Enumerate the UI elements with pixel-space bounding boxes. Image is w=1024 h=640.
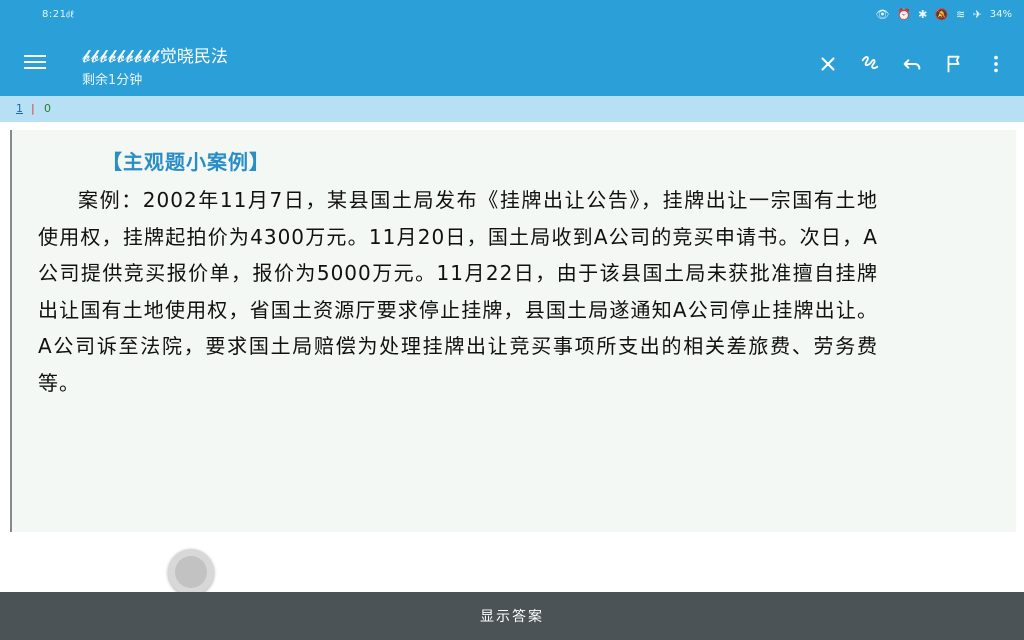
flag-icon[interactable] [940,50,968,78]
question-content: 【主观题小案例】 案例：2002年11月7日，某县国土局发布《挂牌出让公告》，挂… [10,130,1016,532]
page-title: 𝓫𝓫𝓫𝓫𝓫𝓫𝓫𝓫𝓫觉晓民法 [82,47,228,67]
sim-icon: ㎗ [66,10,74,19]
floating-assistive-button[interactable] [168,549,214,595]
case-title: 【主观题小案例】 [102,150,270,174]
app-bar: 𝓫𝓫𝓫𝓫𝓫𝓫𝓫𝓫𝓫觉晓民法 剩余1分钟 [0,32,1024,96]
status-time: 8:21 [42,9,67,20]
progress-separator: | [31,102,35,115]
menu-icon[interactable] [22,52,48,76]
answered-count: 0 [44,102,51,115]
undo-icon[interactable] [898,50,926,78]
question-progress: 1 | 0 [0,96,1024,122]
case-body: 案例：2002年11月7日，某县国土局发布《挂牌出让公告》，挂牌出让一宗国有土地… [38,188,878,395]
status-bar: 8:21 ㎗ 👁 ⏰ ✱ 🔕 ≋ ✈ 34% [0,0,1024,32]
battery-level: 34% [989,9,1012,20]
show-answer-button[interactable]: 显示答案 [0,592,1024,640]
close-icon[interactable] [814,50,842,78]
more-vert-icon[interactable] [982,50,1010,78]
current-question[interactable]: 1 [16,102,23,115]
show-answer-label: 显示答案 [480,609,544,625]
time-remaining: 剩余1分钟 [82,73,143,88]
toolbar-actions [800,50,1010,78]
status-icons: 👁 ⏰ ✱ 🔕 ≋ ✈ [875,8,984,21]
scribble-icon[interactable] [856,50,884,78]
